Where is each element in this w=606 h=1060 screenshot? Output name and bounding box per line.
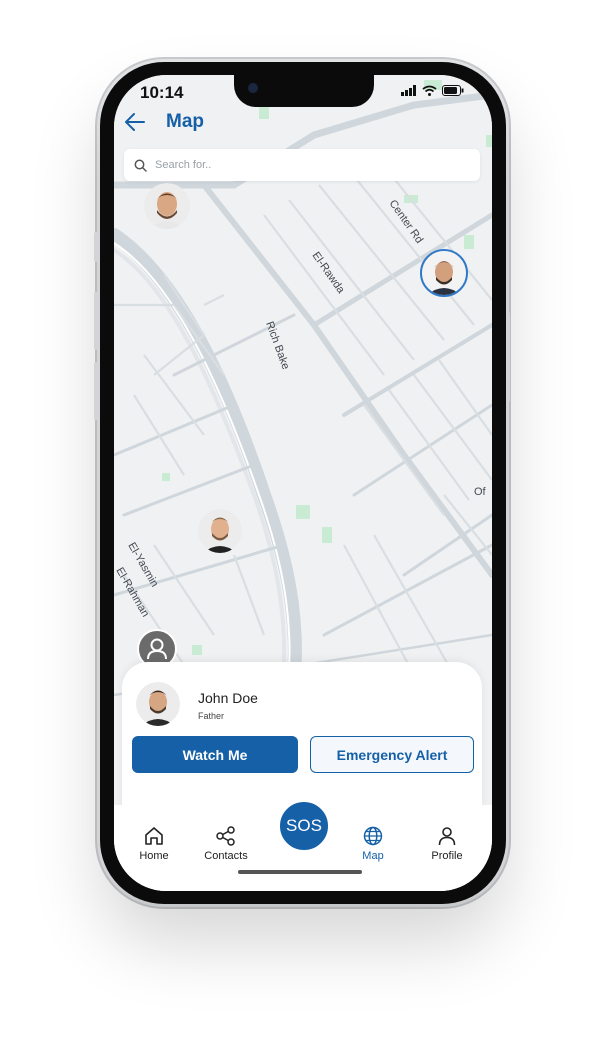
contact-avatar <box>136 682 180 726</box>
contact-name: John Doe <box>198 690 258 706</box>
contact-pin-avatar[interactable] <box>198 509 242 553</box>
tab-label: Profile <box>431 850 463 862</box>
bottom-tab-bar: Home Contacts SOS Map Profile <box>114 799 492 891</box>
sos-button[interactable]: SOS <box>277 799 331 853</box>
back-arrow-icon[interactable] <box>124 111 146 133</box>
power-button <box>506 312 510 402</box>
emergency-alert-button[interactable]: Emergency Alert <box>310 736 474 773</box>
tab-profile[interactable]: Profile <box>412 825 482 862</box>
search-icon <box>134 159 147 172</box>
globe-icon <box>363 826 383 846</box>
street-label-of: Of <box>474 486 487 498</box>
tab-label: Contacts <box>204 850 248 862</box>
wifi-icon <box>422 85 437 96</box>
person-avatar-icon <box>144 183 190 229</box>
contact-relation: Father <box>198 711 225 721</box>
mute-switch <box>94 232 98 262</box>
home-indicator <box>238 870 362 874</box>
page-title: Map <box>166 111 204 132</box>
user-icon <box>438 827 456 846</box>
volume-up-button <box>94 292 98 350</box>
home-icon <box>145 827 163 845</box>
contact-sheet: John Doe Father Watch Me Emergency Alert <box>122 662 482 822</box>
person-avatar-icon <box>198 509 242 553</box>
person-avatar-icon <box>136 682 180 726</box>
search-bar[interactable]: Search for.. <box>124 149 480 181</box>
tab-contacts[interactable]: Contacts <box>191 825 261 862</box>
volume-down-button <box>94 362 98 420</box>
battery-icon <box>442 85 464 96</box>
tab-label: Map <box>362 850 384 862</box>
tab-map[interactable]: Map <box>338 825 408 862</box>
phone-frame: Center Rd El-Rawda Rich Bake El-Yasmin E… <box>94 62 510 904</box>
search-input[interactable]: Search for.. <box>155 159 211 171</box>
tab-home[interactable]: Home <box>119 825 189 862</box>
screen: Center Rd El-Rawda Rich Bake El-Yasmin E… <box>114 75 492 891</box>
watch-me-button[interactable]: Watch Me <box>132 736 298 773</box>
camera-dot <box>248 83 258 93</box>
status-time: 10:14 <box>140 83 184 102</box>
person-avatar-icon <box>422 251 466 295</box>
tab-label: Home <box>139 850 169 862</box>
status-icons <box>401 85 464 96</box>
signal-icon <box>401 85 416 96</box>
share-icon <box>216 826 235 846</box>
contact-pin-avatar[interactable] <box>144 183 190 229</box>
contact-pin-selected[interactable] <box>420 249 468 297</box>
